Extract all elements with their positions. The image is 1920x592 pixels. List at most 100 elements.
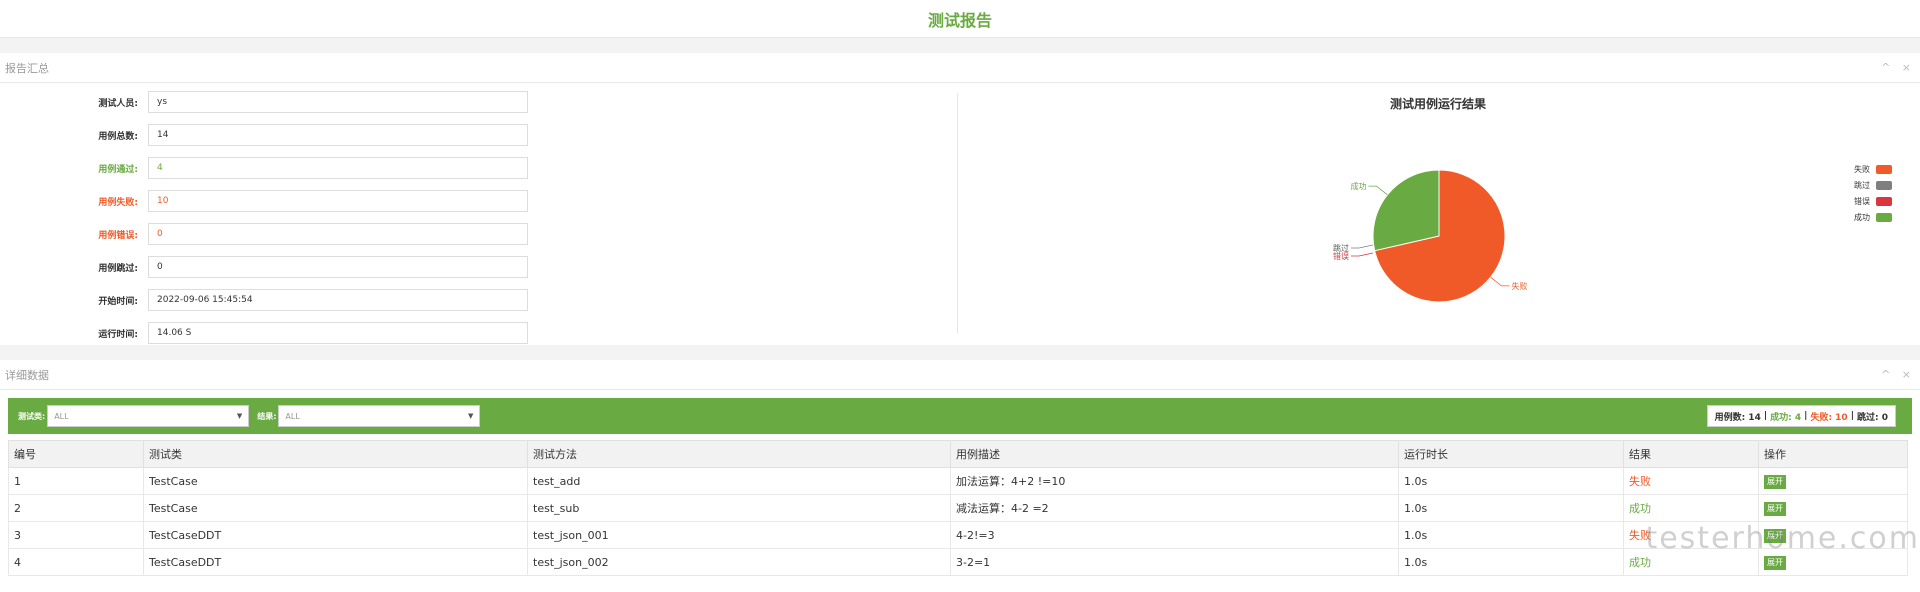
cell-id: 3 [8,521,144,549]
cell-time: 1.0s [1398,548,1624,576]
col-header: 测试方法 [527,440,951,468]
cell-id: 2 [8,494,144,522]
cell-desc: 4-2!=3 [950,521,1399,549]
cell-method: test_json_002 [527,548,951,576]
summary-label: 用例失败: [98,197,138,208]
count-sep: | [1763,411,1768,421]
legend-label: 失败 [1854,164,1870,174]
cell-method: test_sub [527,494,951,522]
cell-action: 展开 [1758,494,1908,522]
summary-value: 10 [148,190,528,212]
summary-row: 开始时间: 2022-09-06 15:45:54 [0,289,548,311]
summary-label: 开始时间: [98,296,138,307]
table-row: 2 TestCase test_sub 减法运算：4-2 =2 1.0s 成功 展开 [8,494,1908,522]
summary-row: 用例通过: 4 [0,157,548,179]
summary-row: 用例错误: 0 [0,223,548,245]
class-filter-label: 测试类: [18,411,46,421]
filter-bar: 测试类: ALL ▼ 结果: ALL ▼ 用例数: 14 | 成功: 4 | 失… [8,398,1912,434]
count-sep: | [1804,411,1808,421]
watermark: testerhome.com [1645,521,1920,556]
cell-id: 4 [8,548,144,576]
results-table: 编号 测试类 测试方法 用例描述 运行时长 结果 操作 1 TestCase tes… [8,440,1908,576]
pie-label-line [1351,244,1374,249]
cell-result: 失败 [1623,467,1759,495]
col-header: 用例描述 [950,440,1399,468]
cell-time: 1.0s [1398,494,1624,522]
cell-class: TestCase [143,494,528,522]
legend-label: 成功 [1854,212,1870,222]
legend-label: 错误 [1854,196,1870,206]
chevron-down-icon: ▼ [468,412,474,420]
cell-method: test_add [527,467,951,495]
cell-class: TestCaseDDT [143,521,528,549]
pie-label: 错误 [1333,251,1349,261]
summary-row: 测试人员: ys [0,91,548,113]
summary-label: 用例总数: [98,131,138,142]
summary-value: 4 [148,157,528,179]
table-row: 4 TestCaseDDT test_json_002 3-2=1 1.0s 成功 展开 [8,548,1908,576]
summary-value: 2022-09-06 15:45:54 [148,289,528,311]
page-title: 测试报告 [0,0,1920,38]
legend-swatch[interactable] [1876,165,1892,174]
count-skip: 跳过: 0 [1857,412,1888,423]
table-row: 1 TestCase test_add 加法运算：4+2 !=10 1.0s 失败 展开 [8,467,1908,495]
summary-value: 14.06 S [148,322,528,344]
summary-section: 测试人员: ys 用例总数: 14 用例通过: 4 用例失败: 10 用例错误: 0 用例跳过: 0 开… [0,83,1920,345]
cell-desc: 加法运算：4+2 !=10 [950,467,1399,495]
col-header: 操作 [1758,440,1908,468]
detail-section: 测试类: ALL ▼ 结果: ALL ▼ 用例数: 14 | 成功: 4 | 失… [0,398,1920,576]
result-filter-select[interactable]: ALL ▼ [278,405,481,427]
col-header: 测试类 [143,440,528,468]
panel-controls[interactable]: ^ × [1881,61,1915,74]
count-sep: | [1850,411,1854,421]
expand-button[interactable]: 展开 [1764,474,1786,489]
cell-time: 1.0s [1398,467,1624,495]
cell-time: 1.0s [1398,521,1624,549]
summary-row: 运行时间: 14.06 S [0,322,548,344]
result-filter-value: ALL [285,411,300,421]
chevron-down-icon: ▼ [236,412,243,420]
expand-button[interactable]: 展开 [1764,555,1786,570]
class-filter-select[interactable]: ALL ▼ [47,405,250,427]
pie-label: 成功 [1350,181,1366,191]
pie-slice-成功[interactable] [1372,169,1440,252]
result-filter-label: 结果: [257,411,277,421]
cell-class: TestCase [143,467,528,495]
summary-label: 运行时间: [98,329,138,340]
summary-label: 用例错误: [98,230,138,241]
summary-panel-header: 报告汇总 ^ × [0,53,1920,83]
cell-id: 1 [8,467,144,495]
count-fail: 失败: 10 [1810,412,1848,423]
summary-row: 用例总数: 14 [0,124,548,146]
detail-panel-header: 详细数据 ^ × [0,360,1920,390]
summary-label: 用例通过: [98,164,138,175]
cell-class: TestCaseDDT [143,548,528,576]
summary-value: 14 [148,124,528,146]
col-header: 运行时长 [1398,440,1624,468]
pie-chart: 测试用例运行结果失败跳过错误成功失败跳过错误成功 [1333,96,1892,303]
expand-button[interactable]: 展开 [1764,501,1786,516]
summary-row: 用例跳过: 0 [0,256,548,278]
legend-swatch[interactable] [1876,197,1892,206]
table-header-row: 编号 测试类 测试方法 用例描述 运行时长 结果 操作 [8,440,1908,468]
class-filter-value: ALL [54,411,69,421]
summary-label: 用例跳过: [98,263,138,274]
cell-method: test_json_001 [527,521,951,549]
count-total: 用例数: 14 [1714,412,1761,423]
count-pass: 成功: 4 [1770,412,1802,423]
pie-label-line [1351,252,1374,257]
chart-title: 测试用例运行结果 [1390,96,1486,111]
col-header: 结果 [1623,440,1759,468]
col-header: 编号 [8,440,144,468]
table-row: 3 TestCaseDDT test_json_001 4-2!=3 1.0s 失败 展开 [8,521,1908,549]
summary-row: 用例失败: 10 [0,190,548,212]
summary-panel-title: 报告汇总 [5,61,49,75]
legend-swatch[interactable] [1876,213,1892,222]
panel-controls[interactable]: ^ × [1881,368,1915,381]
pie-label-line [1490,276,1510,287]
pie-label-line [1368,185,1388,196]
summary-label: 测试人员: [98,98,138,109]
legend-swatch[interactable] [1876,181,1892,190]
legend-label: 跳过 [1854,180,1870,190]
cell-desc: 减法运算：4-2 =2 [950,494,1399,522]
